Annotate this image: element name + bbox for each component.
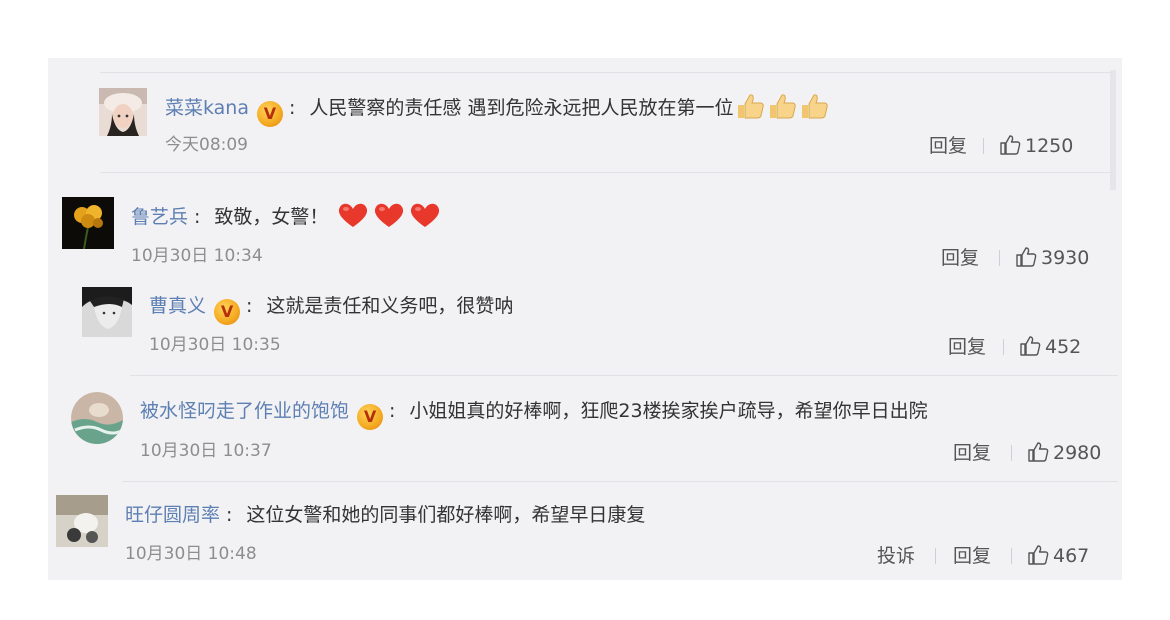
separator xyxy=(1003,339,1004,355)
thumbs-up-icon xyxy=(735,92,765,128)
separator xyxy=(983,138,984,154)
divider xyxy=(130,375,1118,376)
comment-text: 这就是责任和义务吧，很赞呐 xyxy=(266,295,514,317)
comment-text: 这位女警和她的同事们都好棒啊，希望早日康复 xyxy=(246,504,646,526)
timestamp: 今天08:09 xyxy=(165,135,248,155)
colon-separator: : xyxy=(226,504,233,526)
comment-text: 小姐姐真的好棒啊，狂爬23楼挨家挨户疏导，希望你早日出院 xyxy=(409,400,928,422)
separator xyxy=(935,548,936,564)
colon-separator: : xyxy=(246,295,253,317)
red-heart-icon xyxy=(336,201,370,237)
verified-badge-icon: V xyxy=(257,101,283,127)
thumbs-up-icon xyxy=(799,92,829,128)
reply-button[interactable]: 回复 xyxy=(948,334,986,360)
separator xyxy=(1011,548,1012,564)
thumbs-up-emoji-group xyxy=(733,94,829,119)
verified-badge-icon: V xyxy=(357,404,384,430)
reply-button[interactable]: 回复 xyxy=(941,245,979,271)
thumbs-up-icon xyxy=(767,92,797,128)
thumbs-up-outline-icon xyxy=(1028,442,1049,462)
username[interactable]: 被水怪叼走了作业的饱饱 xyxy=(140,400,349,422)
username[interactable]: 旺仔圆周率 xyxy=(125,504,220,526)
avatar[interactable] xyxy=(56,495,108,547)
timestamp: 10月30日 10:48 xyxy=(125,544,257,564)
red-heart-emoji-group xyxy=(334,203,442,228)
username[interactable]: 曹真义 xyxy=(149,295,206,317)
like-count: 452 xyxy=(1045,336,1082,358)
divider xyxy=(100,72,1113,73)
comment-text: 人民警察的责任感 遇到危险永远把人民放在第一位 xyxy=(309,97,734,119)
like-count: 3930 xyxy=(1041,247,1090,269)
colon-separator: : xyxy=(194,206,201,228)
thumbs-up-outline-icon xyxy=(1028,545,1049,565)
avatar[interactable] xyxy=(99,88,147,136)
username[interactable]: 菜菜kana xyxy=(165,97,249,119)
red-heart-icon xyxy=(408,201,442,237)
divider xyxy=(122,481,1118,482)
like-count: 2980 xyxy=(1053,442,1102,464)
separator xyxy=(999,250,1000,266)
colon-separator: : xyxy=(389,400,396,422)
report-button[interactable]: 投诉 xyxy=(877,543,915,569)
separator xyxy=(1011,445,1012,461)
like-count: 1250 xyxy=(1025,135,1074,157)
like-count: 467 xyxy=(1053,545,1090,567)
avatar[interactable] xyxy=(71,392,123,444)
reply-button[interactable]: 回复 xyxy=(929,133,967,159)
reply-button[interactable]: 回复 xyxy=(953,440,991,466)
divider xyxy=(100,172,1113,173)
avatar[interactable] xyxy=(62,197,114,249)
colon-separator: : xyxy=(289,97,296,119)
thumbs-up-outline-icon xyxy=(1020,336,1041,356)
timestamp: 10月30日 10:34 xyxy=(131,246,263,266)
comment-text: 致敬，女警！ xyxy=(214,206,329,228)
verified-badge-icon: V xyxy=(214,299,241,325)
timestamp: 10月30日 10:35 xyxy=(149,335,281,355)
thumbs-up-outline-icon xyxy=(1016,247,1037,267)
avatar[interactable] xyxy=(82,287,132,337)
timestamp: 10月30日 10:37 xyxy=(140,441,272,461)
red-heart-icon xyxy=(372,201,406,237)
reply-button[interactable]: 回复 xyxy=(953,543,991,569)
username[interactable]: 鲁艺兵 xyxy=(131,206,188,228)
thumbs-up-outline-icon xyxy=(1000,135,1021,155)
